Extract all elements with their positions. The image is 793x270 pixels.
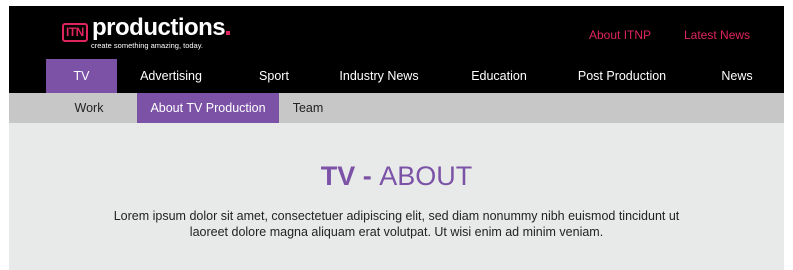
logo-wordmark: productions (92, 14, 231, 42)
itn-logo-mark: ITN (62, 23, 88, 42)
nav-item-post-production[interactable]: Post Production (569, 59, 675, 93)
top-header: ITN productions create something amazing… (9, 6, 784, 59)
page-title: TV - ABOUT (9, 160, 784, 192)
logo-tagline: create something amazing, today. (91, 41, 204, 50)
page-title-separator: - (355, 161, 380, 191)
content-area: TV - ABOUT Lorem ipsum dolor sit amet, c… (9, 123, 784, 270)
logo-dot-icon (226, 31, 231, 35)
subnav-item-team[interactable]: Team (287, 93, 329, 123)
nav-item-industry-news[interactable]: Industry News (329, 59, 429, 93)
page-frame: ITN productions create something amazing… (9, 6, 784, 270)
nav-item-education[interactable]: Education (459, 59, 539, 93)
main-nav: TV Advertising Sport Industry News Educa… (9, 59, 784, 93)
nav-item-news[interactable]: News (709, 59, 765, 93)
page-title-subsection: ABOUT (379, 161, 473, 191)
subnav-item-work[interactable]: Work (59, 93, 119, 123)
about-itnp-link[interactable]: About ITNP (589, 28, 651, 42)
sub-nav: Work About TV Production Team (9, 93, 784, 123)
nav-item-sport[interactable]: Sport (244, 59, 304, 93)
nav-item-advertising[interactable]: Advertising (129, 59, 213, 93)
logo-word-text: productions (92, 14, 226, 41)
latest-news-link[interactable]: Latest News (684, 28, 750, 42)
intro-paragraph: Lorem ipsum dolor sit amet, consectetuer… (113, 209, 680, 239)
site-logo[interactable]: ITN productions create something amazing… (62, 14, 232, 52)
subnav-item-about-tv-production[interactable]: About TV Production (137, 93, 279, 123)
nav-item-tv[interactable]: TV (46, 59, 117, 93)
page-title-section: TV (320, 161, 356, 191)
